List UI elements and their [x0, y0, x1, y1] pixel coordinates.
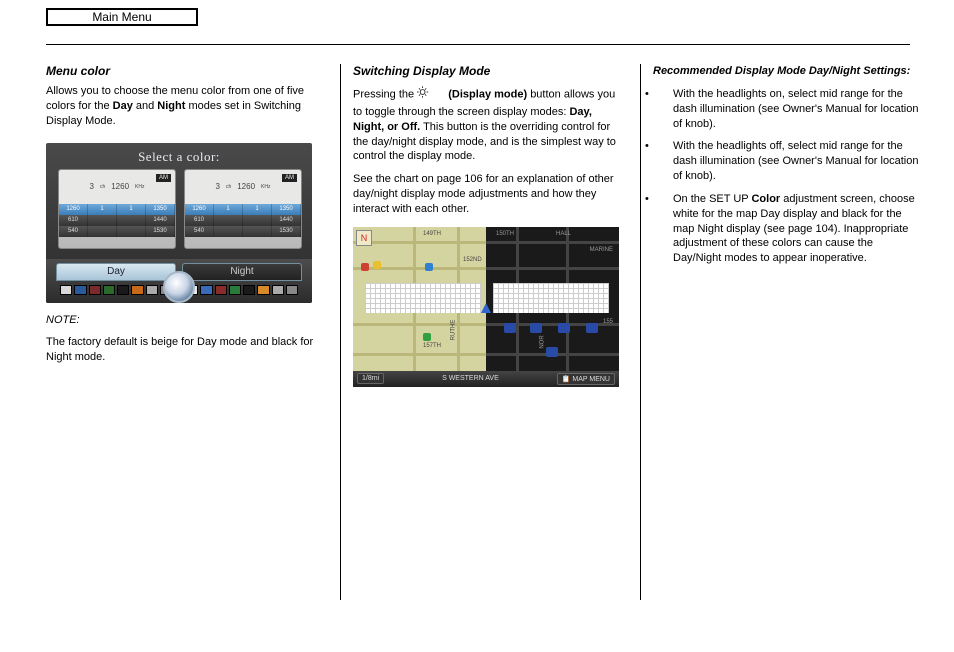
- rotary-knob-icon[interactable]: [163, 271, 195, 303]
- note-text: The factory default is beige for Day mod…: [46, 335, 328, 365]
- map-split-screenshot: N 149TH 152ND RUTHE 157TH 150TH MARINE H…: [353, 227, 619, 387]
- note-label: NOTE:: [46, 313, 328, 328]
- color-panel-day: 3ch 1260KHz AM 1260111350 6101440 540153…: [58, 169, 176, 249]
- header-divider: [46, 44, 910, 45]
- day-tab[interactable]: Day: [56, 263, 176, 281]
- switching-para-1: Pressing the (Display mode) button allow…: [353, 84, 622, 164]
- night-color-swatches[interactable]: [186, 285, 298, 295]
- bullet-1: •With the headlights on, select mid rang…: [673, 87, 922, 132]
- recommended-heading: Recommended Display Mode Day/Night Setti…: [653, 64, 922, 79]
- column-right: Recommended Display Mode Day/Night Setti…: [640, 64, 922, 600]
- vehicle-position-icon: [481, 303, 491, 313]
- bullet-2: •With the headlights off, select mid ran…: [673, 139, 922, 184]
- menu-color-paragraph: Allows you to choose the menu color from…: [46, 84, 328, 129]
- column-middle: Switching Display Mode Pressing the (Dis…: [340, 64, 622, 600]
- map-street-name: S WESTERN AVE: [442, 375, 499, 382]
- main-menu-button[interactable]: Main Menu: [46, 8, 198, 26]
- map-scale[interactable]: 1/8mi: [357, 373, 384, 384]
- bottom-bar: Day Night: [46, 259, 312, 303]
- display-mode-icon: [417, 84, 441, 105]
- switching-display-heading: Switching Display Mode: [353, 64, 622, 78]
- bullet-3: •On the SET UP Color adjustment screen, …: [673, 192, 922, 266]
- compass-icon: N: [356, 230, 372, 246]
- menu-color-heading: Menu color: [46, 64, 328, 78]
- night-tab[interactable]: Night: [182, 263, 302, 281]
- map-bottom-bar: 1/8mi S WESTERN AVE 📋 MAP MENU: [353, 371, 619, 387]
- day-color-swatches[interactable]: [60, 285, 172, 295]
- switching-para-2: See the chart on page 106 for an explana…: [353, 172, 622, 217]
- map-menu-button[interactable]: 📋 MAP MENU: [557, 373, 615, 385]
- day-label-box: [365, 283, 481, 313]
- color-panel-night: 3ch 1260KHz AM 1260111350 6101440 540153…: [184, 169, 302, 249]
- select-color-title: Select a color:: [46, 143, 312, 165]
- night-label-box: [493, 283, 609, 313]
- select-color-screenshot: Select a color: 3ch 1260KHz AM 126011135…: [46, 143, 312, 303]
- column-left: Menu color Allows you to choose the menu…: [46, 64, 328, 373]
